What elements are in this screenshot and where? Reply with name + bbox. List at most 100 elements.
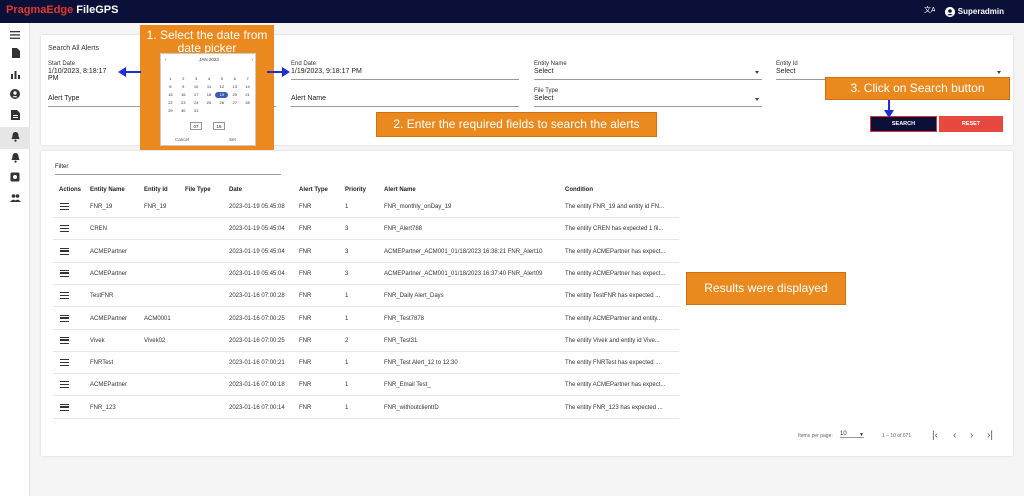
- table-cell: FNR_monthly_onDay_19: [384, 204, 452, 210]
- file-type-select[interactable]: Select: [534, 95, 762, 107]
- calendar-day[interactable]: 23: [177, 100, 190, 106]
- menu-icon[interactable]: [9, 29, 21, 41]
- column-header[interactable]: Priority: [345, 187, 366, 193]
- row-actions-menu-icon[interactable]: [60, 225, 69, 233]
- column-header[interactable]: Date: [229, 187, 242, 193]
- calendar-day[interactable]: 11: [203, 84, 216, 90]
- calendar-day[interactable]: 4: [203, 76, 216, 82]
- hour-input[interactable]: 07: [190, 122, 202, 130]
- calendar-day[interactable]: 21: [241, 92, 254, 98]
- row-actions-menu-icon[interactable]: [60, 336, 69, 344]
- alert-name-field[interactable]: Alert Name: [291, 95, 519, 107]
- row-actions-menu-icon[interactable]: [60, 403, 69, 411]
- filter-input[interactable]: Filter: [55, 164, 281, 175]
- chevron-right-icon[interactable]: ›: [252, 57, 254, 62]
- table-row[interactable]: Vivek Vivek02 2023-01-16 07:00:25 FNR 2 FNR_T…: [53, 330, 679, 352]
- first-page-icon[interactable]: |‹: [932, 430, 938, 441]
- date-picker[interactable]: ‹ JAN 2023 › 1 2 3 4 5 6 7 8 9 10 11 12 13 14 15 16 17 18…: [160, 53, 256, 146]
- row-actions-menu-icon[interactable]: [60, 203, 69, 210]
- calendar-day[interactable]: 16: [177, 92, 190, 98]
- search-button[interactable]: SEARCH: [870, 116, 937, 132]
- calendar-day[interactable]: 15: [164, 92, 177, 98]
- start-date-field[interactable]: 1/10/2023, 8:18:17 PM: [48, 68, 118, 82]
- calendar-day: [177, 68, 190, 74]
- calendar-day[interactable]: 2: [177, 76, 190, 82]
- row-actions-menu-icon[interactable]: [60, 381, 69, 389]
- end-date-field[interactable]: 1/19/2023, 9:18:17 PM: [291, 68, 519, 80]
- calendar-day[interactable]: 28: [241, 100, 254, 106]
- row-actions-menu-icon[interactable]: [60, 269, 69, 277]
- alert-icon[interactable]: [9, 131, 21, 143]
- calendar-day[interactable]: 8: [164, 84, 177, 90]
- date-picker-month[interactable]: ‹ JAN 2023 ›: [161, 57, 257, 62]
- calendar-day[interactable]: 27: [228, 100, 241, 106]
- calendar-day[interactable]: 29: [164, 108, 177, 114]
- reset-button[interactable]: RESET: [939, 116, 1003, 132]
- alert-bell-icon[interactable]: [9, 152, 21, 164]
- calendar-day[interactable]: 1: [164, 76, 177, 82]
- cancel-button[interactable]: Cancel: [175, 137, 189, 142]
- minute-input[interactable]: 16: [213, 122, 225, 130]
- translate-icon[interactable]: 文A: [924, 5, 936, 18]
- file-icon[interactable]: [9, 47, 21, 59]
- calendar-day[interactable]: 24: [190, 100, 203, 106]
- calendar-day[interactable]: 6: [228, 76, 241, 82]
- calendar-day[interactable]: 3: [190, 76, 203, 82]
- table-cell: Vivek: [90, 337, 105, 344]
- calendar-day[interactable]: 26: [215, 100, 228, 106]
- chart-icon[interactable]: [9, 68, 21, 80]
- calendar-day[interactable]: 12: [215, 84, 228, 90]
- previous-page-icon[interactable]: ‹: [953, 430, 956, 441]
- table-row[interactable]: ACMEPartner 2023-01-16 07:00:18 FNR 1 FNR_Em…: [53, 374, 679, 397]
- items-per-page-value: 10: [840, 431, 847, 437]
- column-header[interactable]: Entity Name: [90, 187, 125, 193]
- table-cell: ACMEPartner: [90, 270, 128, 277]
- calendar-day[interactable]: 17: [190, 92, 203, 98]
- calendar-day[interactable]: 10: [190, 84, 203, 90]
- column-header[interactable]: Alert Name: [384, 187, 416, 193]
- user-menu[interactable]: Superadmin: [944, 6, 1004, 17]
- calendar-day[interactable]: 18: [203, 92, 216, 98]
- table-row[interactable]: FNR_123 2023-01-16 07:00:14 FNR 1 FNR_withou…: [53, 397, 679, 419]
- last-page-icon[interactable]: ›|: [987, 430, 993, 441]
- set-button[interactable]: Set: [229, 137, 236, 142]
- row-actions-menu-icon[interactable]: [60, 359, 69, 367]
- table-row[interactable]: TestFNR 2023-01-16 07:00:28 FNR 1 FNR_Daily …: [53, 285, 679, 308]
- table-row[interactable]: CREN 2023-01-19 05:45:04 FNR 3 FNR_Alert788 T…: [53, 218, 679, 241]
- table-row[interactable]: FNRTest 2023-01-16 07:00:21 FNR 1 FNR_Test A…: [53, 352, 679, 375]
- column-header[interactable]: Entity Id: [144, 187, 168, 193]
- column-header[interactable]: File Type: [185, 187, 211, 193]
- table-cell: 1: [345, 404, 349, 411]
- document-icon[interactable]: [9, 109, 21, 121]
- calendar-day[interactable]: 19: [215, 92, 229, 98]
- calendar-day[interactable]: 9: [177, 84, 190, 90]
- calendar-day[interactable]: 30: [177, 108, 190, 114]
- table-row[interactable]: ACMEPartner 2023-01-19 05:45:04 FNR 3 ACMEPa…: [53, 263, 679, 285]
- calendar-day[interactable]: 5: [215, 76, 228, 82]
- row-actions-menu-icon[interactable]: [60, 292, 69, 300]
- row-actions-menu-icon[interactable]: [60, 247, 69, 255]
- table-cell: FNR: [299, 204, 312, 210]
- calendar-day[interactable]: 7: [241, 76, 254, 82]
- table-row[interactable]: ACMEPartner 2023-01-19 05:45:04 FNR 3 ACMEPa…: [53, 241, 679, 263]
- settings-icon[interactable]: [9, 171, 21, 183]
- column-header[interactable]: Alert Type: [299, 187, 328, 193]
- column-header[interactable]: Condition: [565, 187, 593, 193]
- table-cell: The entity FNRTest has expected ...: [565, 360, 661, 367]
- calendar-day[interactable]: 25: [203, 100, 216, 106]
- calendar-day[interactable]: 22: [164, 100, 177, 106]
- table-cell: FNR: [299, 248, 312, 255]
- entity-name-select[interactable]: Select: [534, 68, 762, 80]
- calendar-day[interactable]: 31: [190, 108, 203, 114]
- table-row[interactable]: FNR_19 FNR_19 2023-01-19 05:45:08 FNR 1 FNR_m…: [53, 196, 679, 218]
- calendar-day[interactable]: 14: [241, 84, 254, 90]
- person-icon[interactable]: [9, 88, 21, 100]
- calendar-day[interactable]: 20: [228, 92, 241, 98]
- calendar-day[interactable]: 13: [228, 84, 241, 90]
- chevron-left-icon[interactable]: ‹: [165, 57, 167, 62]
- row-actions-menu-icon[interactable]: [60, 314, 69, 322]
- table-row[interactable]: ACMEPartner ACM0001 2023-01-16 07:00:25 FNR…: [53, 308, 679, 330]
- next-page-icon[interactable]: ›: [970, 430, 973, 441]
- group-icon[interactable]: [9, 192, 21, 204]
- items-per-page-select[interactable]: 10 ▼: [840, 431, 864, 438]
